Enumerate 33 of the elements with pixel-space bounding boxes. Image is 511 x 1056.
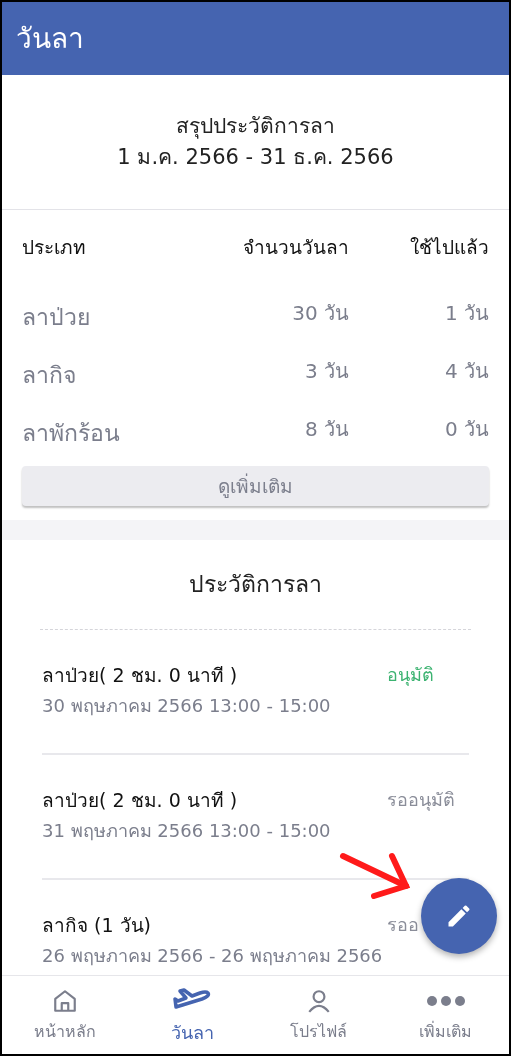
leave-type: ลาป่วย <box>22 302 91 332</box>
leave-date: 26 พฤษภาคม 2566 - 26 พฤษภาคม 2566 <box>42 944 383 968</box>
status-label: รออ <box>387 913 419 937</box>
nav-tab[interactable]: เพิ่มเติม <box>382 976 509 1054</box>
leave-title: ลาป่วย( 2 ชม. 0 นาที ) <box>42 663 238 688</box>
summary-period: 1 ม.ค. 2566 - 31 ธ.ค. 2566 <box>117 144 394 171</box>
history-title: ประวัติการลา <box>189 570 322 600</box>
leave-type: ลาพักร้อน <box>22 418 121 448</box>
used-days: 0 วัน <box>349 414 489 444</box>
more-icon <box>425 995 466 1007</box>
used-days: 4 วัน <box>349 356 489 386</box>
used-days: 1 วัน <box>349 298 489 328</box>
leave-date: 30 พฤษภาคม 2566 13:00 - 15:00 <box>42 694 331 718</box>
quota-days: 30 วัน <box>199 298 349 328</box>
column-header: ประเภท <box>22 234 87 260</box>
summary-title: สรุปประวัติการลา <box>176 112 335 141</box>
column-header: ใช้ไปแล้ว <box>409 234 489 260</box>
leave-title: ลาป่วย( 2 ชม. 0 นาที ) <box>42 788 238 813</box>
edit-button[interactable] <box>421 878 497 954</box>
nav-tab[interactable]: หน้าหลัก <box>2 976 129 1054</box>
column-header: จำนวนวันลา <box>242 234 349 260</box>
app-title: วันลา <box>16 20 84 57</box>
quota-days: 3 วัน <box>199 356 349 386</box>
status-label: อนุมัติ <box>387 663 434 688</box>
nav-tab[interactable]: วันลา <box>128 976 256 1054</box>
home-icon <box>52 988 79 1014</box>
nav-tab[interactable]: โปรไฟล์ <box>255 976 383 1054</box>
status-label: รออนุมัติ <box>387 788 455 813</box>
leave-type: ลากิจ <box>22 360 77 390</box>
leave-title: ลากิจ (1 วัน) <box>42 913 151 938</box>
quota-days: 8 วัน <box>199 414 349 444</box>
leave-date: 31 พฤษภาคม 2566 13:00 - 15:00 <box>42 819 331 843</box>
see-more-button[interactable]: ดูเพิ่มเติม <box>22 466 489 506</box>
